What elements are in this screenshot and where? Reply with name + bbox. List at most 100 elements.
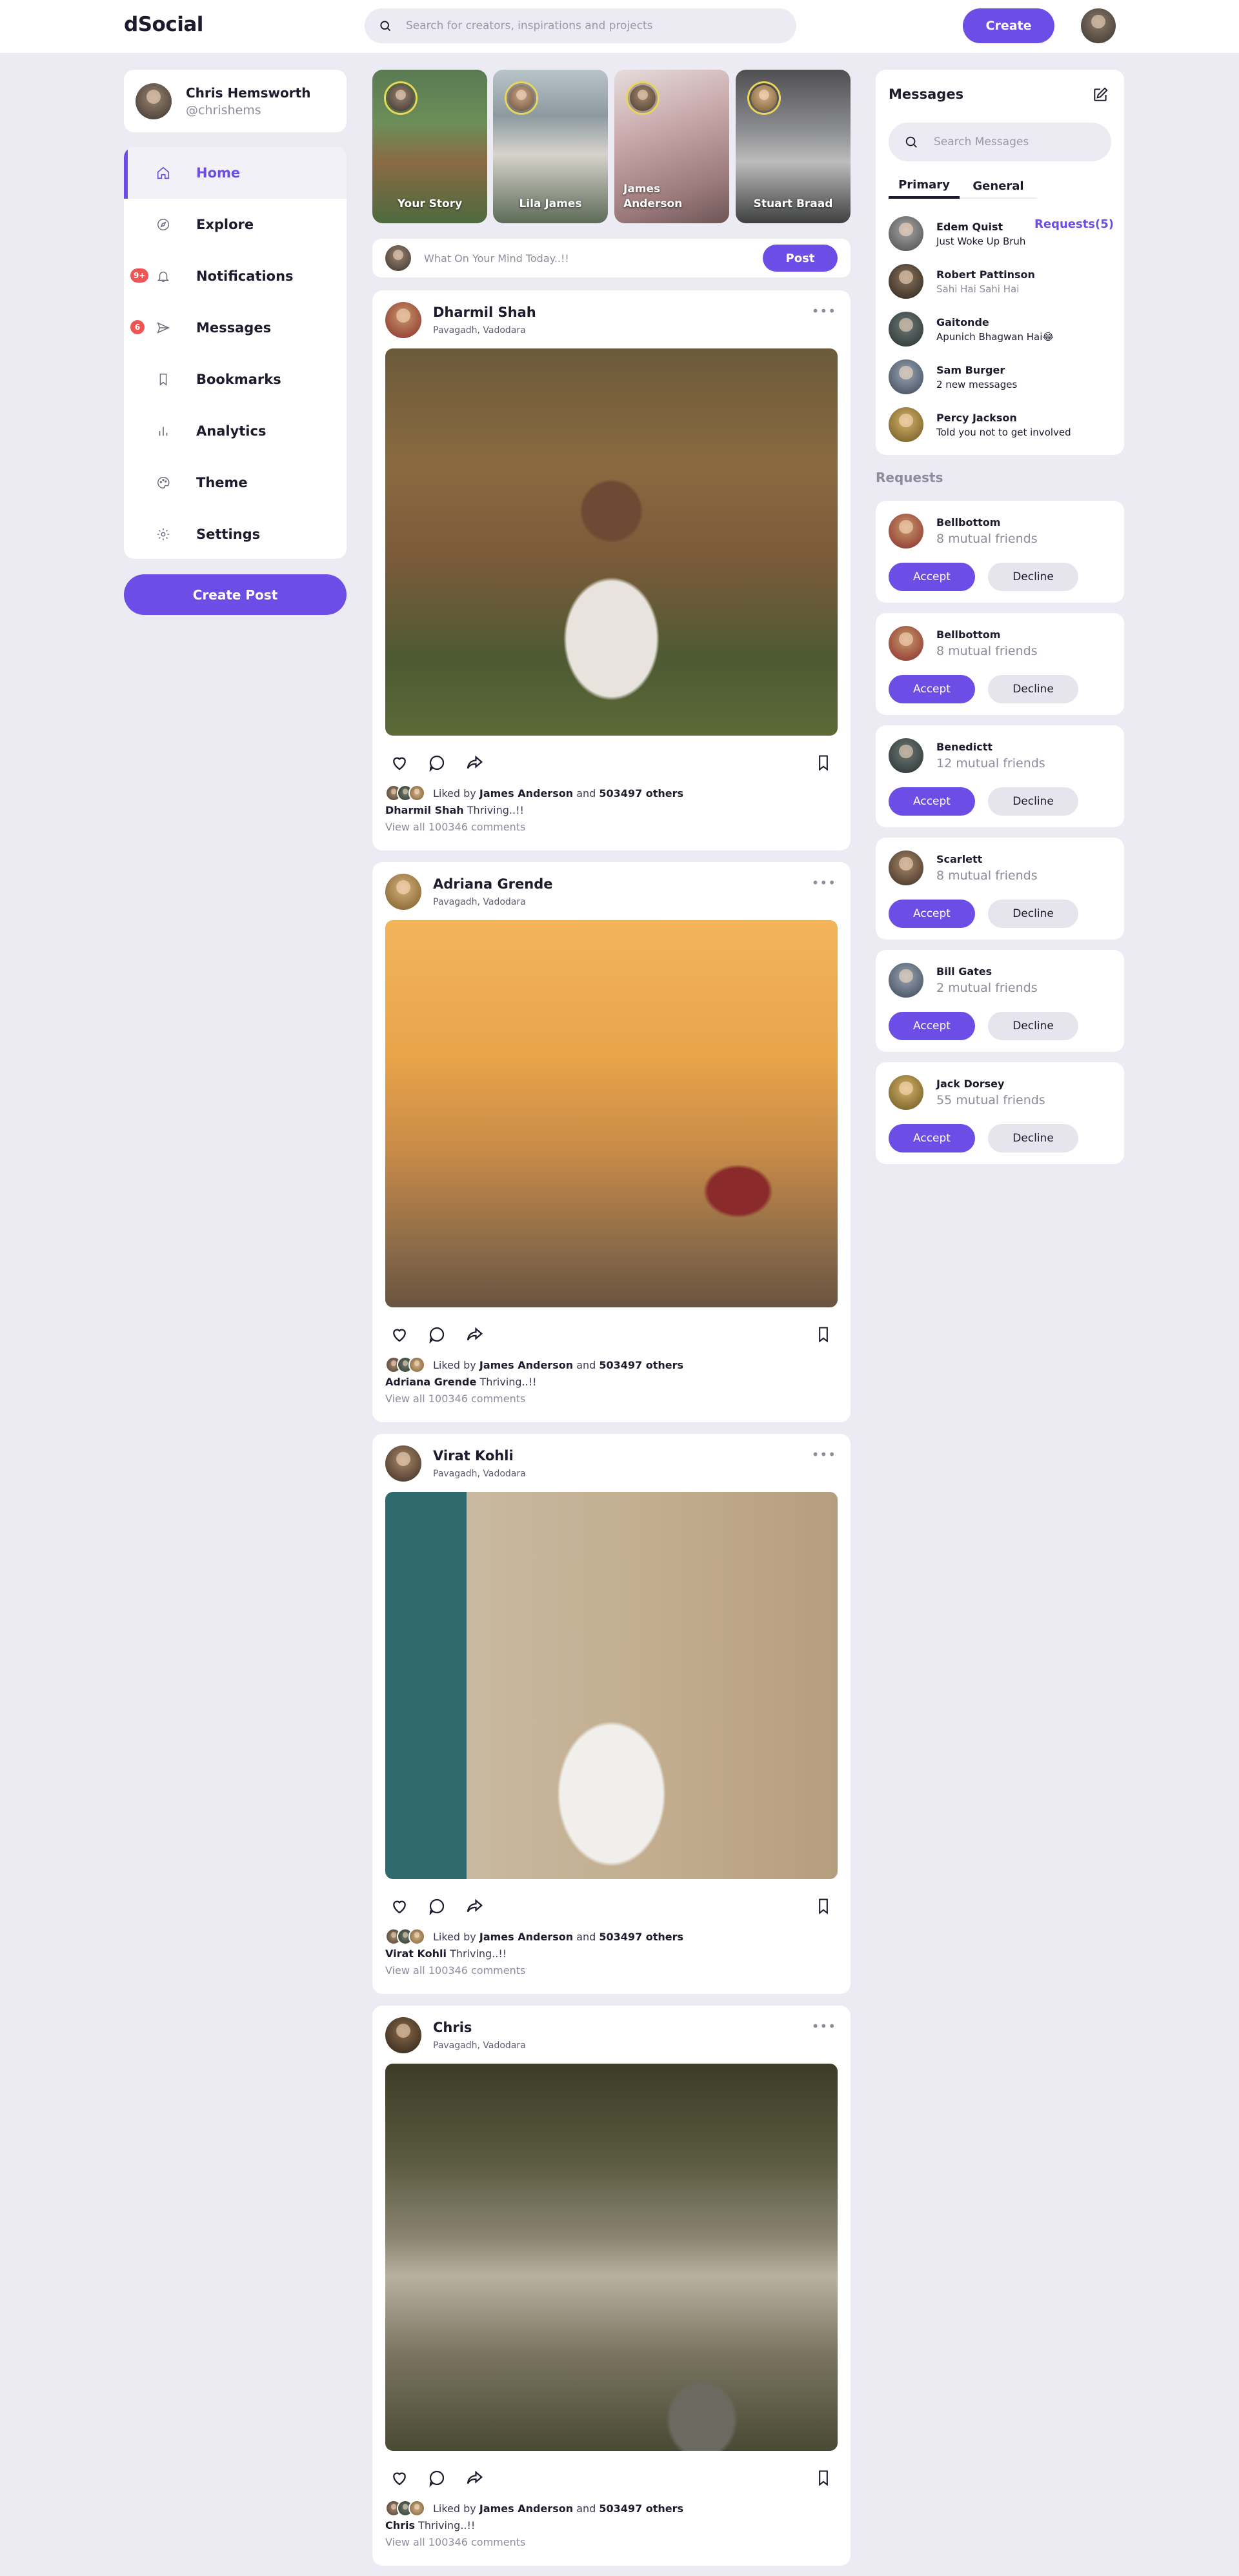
post-author[interactable]: Dharmil Shah (433, 305, 536, 320)
comment-icon[interactable] (424, 1893, 450, 1919)
tab-general[interactable]: General (966, 173, 1031, 199)
request-avatar[interactable] (889, 850, 923, 885)
bookmark-icon[interactable] (811, 2465, 836, 2491)
view-comments-link[interactable]: View all 100346 comments (385, 821, 525, 833)
sidebar-item-explore[interactable]: Explore (124, 199, 347, 250)
post-author-avatar[interactable] (385, 302, 421, 338)
request-name[interactable]: Benedictt (936, 741, 992, 753)
message-thread[interactable]: Edem Quist Just Woke Up Bruh (889, 213, 1111, 254)
share-icon[interactable] (461, 2465, 487, 2491)
request-name[interactable]: Jack Dorsey (936, 1078, 1004, 1090)
liked-by-name[interactable]: James Anderson (479, 1931, 573, 1943)
post-image[interactable] (385, 2064, 838, 2451)
liked-by-name[interactable]: James Anderson (479, 1359, 573, 1371)
more-options-icon[interactable]: ••• (812, 875, 836, 891)
request-avatar[interactable] (889, 514, 923, 548)
composer-input[interactable]: What On Your Mind Today..!! (424, 252, 750, 265)
post-button[interactable]: Post (763, 245, 838, 272)
accept-button[interactable]: Accept (889, 900, 975, 928)
accept-button[interactable]: Accept (889, 787, 975, 816)
more-options-icon[interactable]: ••• (812, 2018, 836, 2034)
search-placeholder: Search for creators, inspirations and pr… (406, 19, 653, 32)
sidebar-item-bookmarks[interactable]: Bookmarks (124, 354, 347, 405)
comment-icon[interactable] (424, 750, 450, 776)
bookmark-icon[interactable] (811, 750, 836, 776)
post-author[interactable]: Virat Kohli (433, 1448, 514, 1464)
like-icon[interactable] (387, 2465, 412, 2491)
like-icon[interactable] (387, 1322, 412, 1347)
more-options-icon[interactable]: ••• (812, 1447, 836, 1462)
bookmark-icon[interactable] (811, 1893, 836, 1919)
sidebar-item-theme[interactable]: Theme (124, 457, 347, 508)
view-comments-link[interactable]: View all 100346 comments (385, 1964, 525, 1977)
comment-icon[interactable] (424, 2465, 450, 2491)
sidebar-item-label: Notifications (196, 268, 294, 284)
accept-button[interactable]: Accept (889, 675, 975, 703)
story-card[interactable]: Your Story (372, 70, 487, 223)
view-comments-link[interactable]: View all 100346 comments (385, 2536, 525, 2548)
story-card[interactable]: Stuart Braad (736, 70, 851, 223)
decline-button[interactable]: Decline (988, 1124, 1078, 1152)
share-icon[interactable] (461, 750, 487, 776)
post-author-avatar[interactable] (385, 1445, 421, 1482)
request-avatar[interactable] (889, 626, 923, 661)
create-button[interactable]: Create (963, 8, 1054, 43)
request-name[interactable]: Scarlett (936, 853, 982, 865)
request-name[interactable]: Bill Gates (936, 965, 992, 978)
post-author[interactable]: Adriana Grende (433, 876, 553, 892)
post-author-avatar[interactable] (385, 2017, 421, 2053)
request-name[interactable]: Bellbottom (936, 516, 1000, 528)
accept-button[interactable]: Accept (889, 1124, 975, 1152)
like-icon[interactable] (387, 1893, 412, 1919)
accept-button[interactable]: Accept (889, 563, 975, 591)
sidebar-item-notifications[interactable]: 9+ Notifications (124, 250, 347, 302)
view-comments-link[interactable]: View all 100346 comments (385, 1393, 525, 1405)
story-card[interactable]: James Anderson (614, 70, 729, 223)
post-author[interactable]: Chris (433, 2020, 472, 2035)
post-image[interactable] (385, 920, 838, 1307)
likes-count[interactable]: 503497 others (599, 1931, 683, 1943)
post-card: Chris Pavagadh, Vadodara ••• Liked by Ja… (372, 2006, 851, 2566)
search-input[interactable]: Search for creators, inspirations and pr… (365, 8, 796, 43)
request-avatar[interactable] (889, 738, 923, 773)
decline-button[interactable]: Decline (988, 900, 1078, 928)
sidebar-item-settings[interactable]: Settings (124, 508, 347, 559)
likes-count[interactable]: 503497 others (599, 2502, 683, 2515)
request-avatar[interactable] (889, 963, 923, 998)
messages-search-input[interactable]: Search Messages (889, 123, 1111, 161)
post-image[interactable] (385, 1492, 838, 1879)
decline-button[interactable]: Decline (988, 1012, 1078, 1040)
likes-count[interactable]: 503497 others (599, 1359, 683, 1371)
create-post-button[interactable]: Create Post (124, 574, 347, 615)
decline-button[interactable]: Decline (988, 675, 1078, 703)
message-thread[interactable]: Robert Pattinson Sahi Hai Sahi Hai (889, 261, 1111, 302)
decline-button[interactable]: Decline (988, 563, 1078, 591)
story-card[interactable]: Lila James (493, 70, 608, 223)
tab-primary[interactable]: Primary (889, 173, 960, 199)
decline-button[interactable]: Decline (988, 787, 1078, 816)
edit-icon[interactable] (1092, 86, 1109, 103)
more-options-icon[interactable]: ••• (812, 303, 836, 319)
likes-count[interactable]: 503497 others (599, 787, 683, 800)
request-name[interactable]: Bellbottom (936, 629, 1000, 641)
bookmark-icon[interactable] (811, 1322, 836, 1347)
post-author-avatar[interactable] (385, 874, 421, 910)
request-avatar[interactable] (889, 1075, 923, 1110)
share-icon[interactable] (461, 1893, 487, 1919)
accept-button[interactable]: Accept (889, 1012, 975, 1040)
message-thread[interactable]: Gaitonde Apunich Bhagwan Hai😂 (889, 308, 1111, 350)
comment-icon[interactable] (424, 1322, 450, 1347)
post-image[interactable] (385, 348, 838, 736)
sidebar-item-analytics[interactable]: Analytics (124, 405, 347, 457)
like-icon[interactable] (387, 750, 412, 776)
sidebar-item-home[interactable]: Home (124, 147, 347, 199)
sidebar-item-messages[interactable]: 6 Messages (124, 302, 347, 354)
liked-by-name[interactable]: James Anderson (479, 2502, 573, 2515)
liked-by-name[interactable]: James Anderson (479, 787, 573, 800)
profile-card[interactable]: Chris Hemsworth @chrishems (124, 70, 347, 132)
message-thread[interactable]: Sam Burger 2 new messages (889, 356, 1111, 397)
message-thread[interactable]: Percy Jackson Told you not to get involve… (889, 404, 1111, 445)
avatar[interactable] (1081, 8, 1116, 43)
logo[interactable]: dSocial (124, 13, 203, 36)
share-icon[interactable] (461, 1322, 487, 1347)
